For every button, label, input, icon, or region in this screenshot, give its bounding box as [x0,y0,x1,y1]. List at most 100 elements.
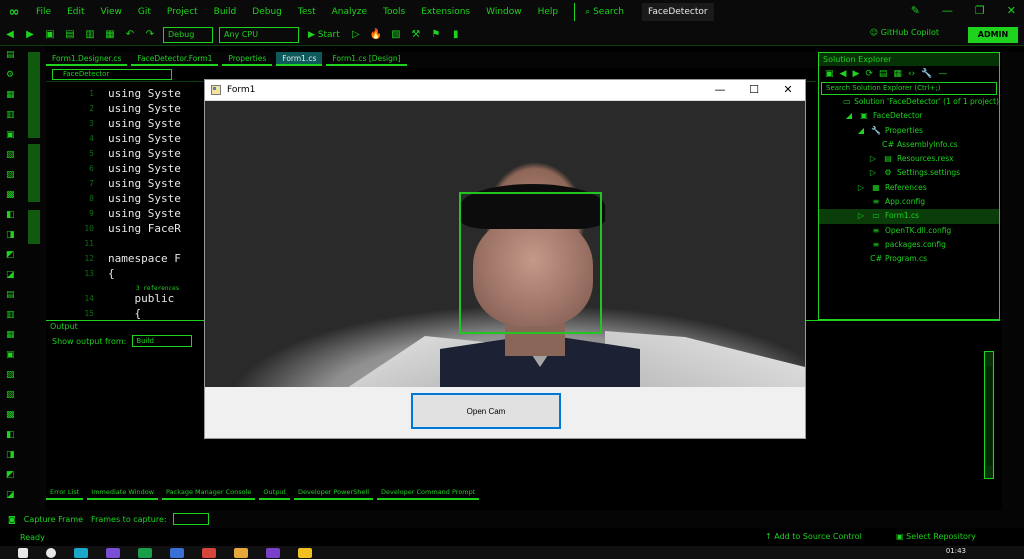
tree-item[interactable]: ≡ packages.config [819,238,999,252]
expand-arrow-icon[interactable]: ◢ [843,109,855,123]
tool-icon[interactable]: ◨ [6,450,15,460]
hot-reload-icon[interactable]: 🔥 [368,29,384,40]
menu-item-extensions[interactable]: Extensions [413,7,478,17]
search-button[interactable]: ⌕ Search [574,3,634,21]
back-icon[interactable]: ◀ [840,69,847,79]
menu-item-build[interactable]: Build [206,7,245,17]
tree-item[interactable]: ◢ ▣ FaceDetector [819,109,999,123]
expand-arrow-icon[interactable]: ▷ [855,181,867,195]
properties-icon[interactable]: 🔧 [921,69,932,79]
start-icon[interactable] [18,547,28,558]
server-explorer-icon[interactable]: ▤ [6,50,15,60]
forward-icon[interactable]: ▶ [22,29,38,40]
tool-icon[interactable]: ◧ [6,210,15,220]
tree-item[interactable]: ▷ ▤ Resources.resx [819,152,999,166]
comment-icon[interactable]: ▮ [448,29,464,40]
tool-icon[interactable]: ◪ [6,270,15,280]
sync-icon[interactable]: ⟳ [865,69,873,79]
camera-icon[interactable]: ◙ [8,515,16,524]
tree-item[interactable]: C# AssemblyInfo.cs [819,138,999,152]
scrollbar-thumb[interactable] [986,366,992,466]
bookmark-icon[interactable]: ⚑ [428,29,444,40]
tool-icon[interactable]: ▨ [6,390,15,400]
vertical-tab[interactable] [28,210,40,244]
tree-item[interactable]: ▷ ▦ References [819,181,999,195]
back-icon[interactable]: ◀ [2,29,18,40]
tree-item[interactable]: ≡ OpenTK.dll.config [819,224,999,238]
tool-icon[interactable]: ◩ [6,250,15,260]
tool-icon[interactable]: ◨ [6,230,15,240]
save-icon[interactable]: ▥ [82,29,98,40]
show-all-icon[interactable]: ▦ [893,69,902,79]
restore-icon[interactable]: ❐ [975,4,985,17]
open-cam-button[interactable]: Open Cam [411,393,561,429]
tool-icon[interactable]: ◪ [6,490,15,500]
tool-icon[interactable]: ◧ [6,430,15,440]
minimize-icon[interactable]: — [942,4,953,17]
start-button[interactable]: ▶ Start [308,30,340,40]
menu-item-file[interactable]: File [28,7,59,17]
add-to-source-control-button[interactable]: ↑ Add to Source Control [765,532,862,541]
menu-item-test[interactable]: Test [290,7,324,17]
capture-frame-button[interactable]: Capture Frame [24,515,83,524]
form-maximize-icon[interactable]: ☐ [747,83,761,96]
tool-icon[interactable]: ▦ [6,330,15,340]
app-icon[interactable] [202,547,216,558]
menu-item-edit[interactable]: Edit [59,7,92,17]
project-combo[interactable]: FaceDetector [52,69,172,80]
tool-icon[interactable]: ◩ [6,470,15,480]
expand-arrow-icon[interactable]: ▷ [867,152,879,166]
collapse-icon[interactable]: ▤ [879,69,888,79]
tool-icon[interactable]: ▥ [6,110,15,120]
tool-icon[interactable]: ▨ [6,170,15,180]
expand-arrow-icon[interactable]: ▷ [855,209,867,223]
save-all-icon[interactable]: ▦ [102,29,118,40]
output-source-select[interactable]: Build [132,335,193,347]
code-icon[interactable]: ‹› [908,69,915,79]
visual-studio-icon[interactable] [266,547,280,558]
menu-item-project[interactable]: Project [159,7,206,17]
app-icon[interactable] [170,547,184,558]
tab-form1-designer[interactable]: Form1.Designer.cs [46,52,128,66]
platform-select[interactable]: Any CPU [219,26,299,43]
open-icon[interactable]: ▤ [62,29,78,40]
tab-properties[interactable]: Properties [222,52,273,66]
select-repository-button[interactable]: ▣ Select Repository [896,532,976,541]
search-icon[interactable] [46,547,56,558]
tab-package-manager-console[interactable]: Package Manager Console [162,488,256,500]
tab-form1-cs[interactable]: Form1.cs [276,52,323,66]
tab-developer-command-prompt[interactable]: Developer Command Prompt [377,488,480,500]
menu-item-tools[interactable]: Tools [375,7,413,17]
tool-icon[interactable]: ▥ [6,310,15,320]
tab-error-list[interactable]: Error List [46,488,84,500]
undo-icon[interactable]: ↶ [122,29,138,40]
redo-icon[interactable]: ↷ [142,29,158,40]
frames-to-capture-select[interactable] [172,513,209,525]
tool-icon[interactable]: ⚙ [6,70,14,80]
menu-item-analyze[interactable]: Analyze [324,7,375,17]
menu-item-window[interactable]: Window [478,7,530,17]
new-item-icon[interactable]: ▣ [42,29,58,40]
copilot-button[interactable]: ☺ GitHub Copilot [870,28,939,37]
codelens-references[interactable]: 3 references [108,281,179,292]
menu-item-git[interactable]: Git [130,7,159,17]
tree-item[interactable]: ▷ ⚙ Settings.settings [819,166,999,180]
minus-icon[interactable]: — [938,69,947,79]
expand-arrow-icon[interactable]: ◢ [855,124,867,138]
tab-immediate-window[interactable]: Immediate Window [87,488,159,500]
pin-icon[interactable]: ✎ [911,4,920,17]
forward-icon[interactable]: ▶ [852,69,859,79]
menu-item-debug[interactable]: Debug [244,7,290,17]
diagnostics-icon[interactable]: ▧ [388,29,404,40]
tree-item[interactable]: C# Program.cs [819,252,999,266]
app-icon[interactable] [234,547,248,558]
expand-arrow-icon[interactable]: ▷ [867,166,879,180]
tool-icon[interactable]: ▧ [6,150,15,160]
tree-item[interactable]: ◢ 🔧 Properties [819,124,999,138]
app-icon[interactable] [138,547,152,558]
tool-icon[interactable]: ▩ [6,410,15,420]
tab-output[interactable]: Output [259,488,290,500]
folder-icon[interactable] [298,547,312,558]
tree-item[interactable]: ▭ Solution 'FaceDetector' (1 of 1 project… [819,95,999,109]
app-icon[interactable] [106,547,120,558]
